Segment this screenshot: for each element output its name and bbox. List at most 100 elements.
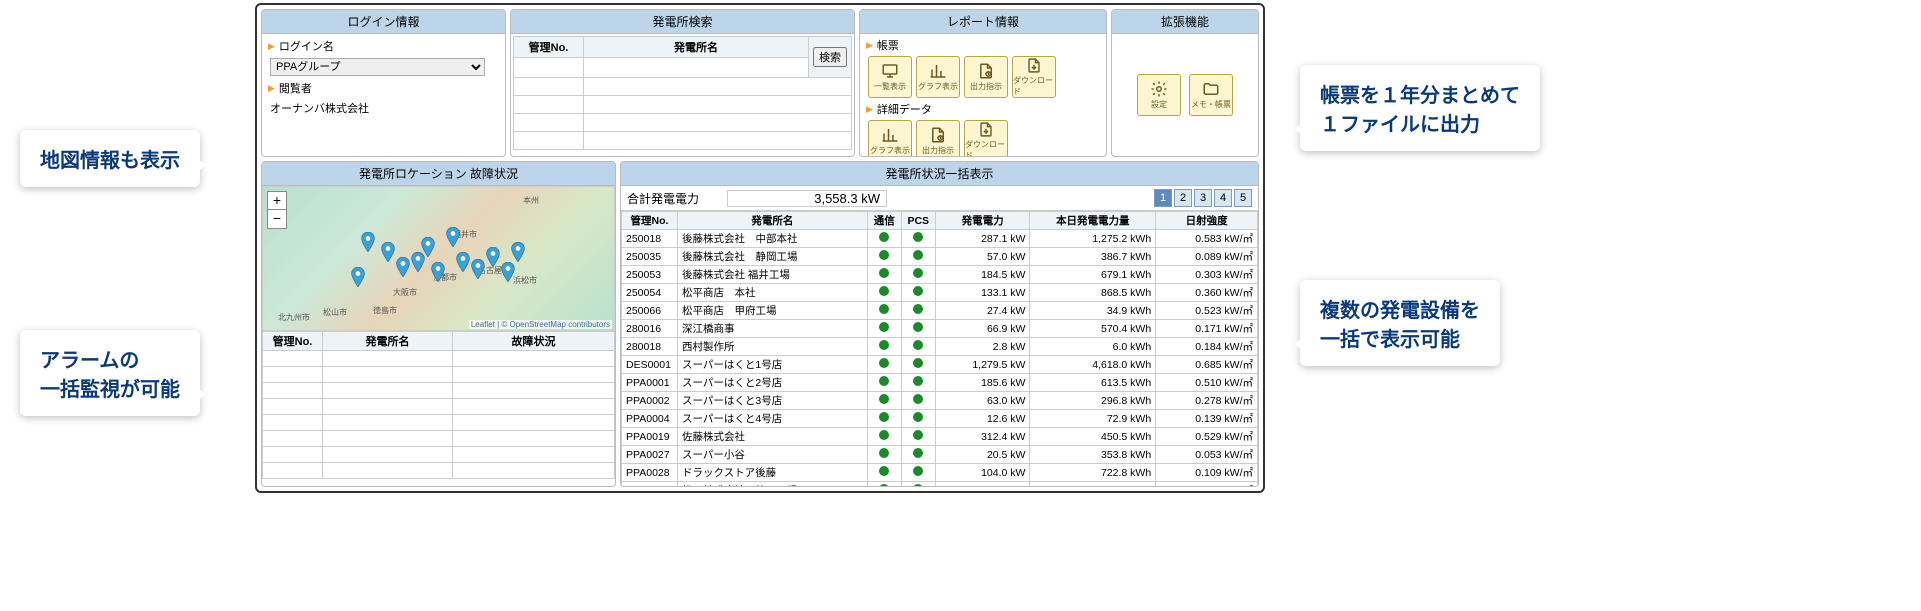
zoom-control: + − — [267, 191, 287, 229]
status-dot-icon — [913, 358, 923, 368]
table-row[interactable]: PPA0001スーパーはくと2号店185.6 kW613.5 kWh0.510 … — [622, 374, 1258, 392]
status-col: 通信 — [867, 212, 901, 230]
map-label: 北九州市 — [278, 312, 310, 323]
map-pin-icon[interactable] — [501, 262, 515, 282]
fault-table: 管理No.発電所名故障状況 — [262, 331, 615, 479]
viewer-label: 閲覧者 — [264, 78, 503, 98]
map-pin-icon[interactable] — [421, 237, 435, 257]
table-row[interactable] — [263, 367, 615, 383]
page-button[interactable]: 1 — [1154, 189, 1172, 207]
status-col: 発電所名 — [678, 212, 868, 230]
table-row[interactable] — [263, 447, 615, 463]
memo-button[interactable]: メモ・帳票 — [1189, 74, 1233, 116]
status-dot-icon — [913, 430, 923, 440]
map-pin-icon[interactable] — [396, 257, 410, 277]
map-pin-icon[interactable] — [486, 247, 500, 267]
table-row[interactable]: PPA0027スーパー小谷20.5 kW353.8 kWh0.053 kW/㎡ — [622, 446, 1258, 464]
table-row[interactable] — [263, 431, 615, 447]
table-row[interactable] — [263, 383, 615, 399]
map-pin-icon[interactable] — [351, 267, 365, 287]
table-row[interactable]: 280018西村製作所2.8 kW6.0 kWh0.184 kW/㎡ — [622, 338, 1258, 356]
settings-button[interactable]: 設定 — [1137, 74, 1181, 116]
zoom-in-button[interactable]: + — [268, 192, 286, 210]
table-row[interactable] — [263, 399, 615, 415]
table-row[interactable]: PPA0028ドラックストア後藤104.0 kW722.8 kWh0.109 k… — [622, 464, 1258, 482]
total-label: 合計発電電力 — [627, 190, 727, 207]
report-print-button[interactable]: 出力指示 — [964, 56, 1008, 98]
search-button[interactable]: 検索 — [813, 47, 847, 67]
status-dot-icon — [913, 250, 923, 260]
map-area[interactable]: + − 本州 福井市 京都市 浜松市 名古屋市 大阪市 徳島市 松山市 北九州市… — [262, 186, 615, 331]
map-pin-icon[interactable] — [361, 232, 375, 252]
status-title: 発電所状況一括表示 — [621, 162, 1258, 186]
login-group-select[interactable]: PPAグループ — [270, 58, 485, 76]
status-dot-icon — [913, 268, 923, 278]
status-dot-icon — [879, 484, 889, 486]
map-attribution: Leaflet | © OpenStreetMap contributors — [469, 320, 612, 329]
table-row[interactable] — [263, 415, 615, 431]
status-table: 管理No.発電所名通信PCS発電電力本日発電電力量日射強度 250018後藤株式… — [621, 211, 1258, 486]
status-dot-icon — [913, 484, 923, 486]
table-row[interactable]: 280016深江橋商事66.9 kW570.4 kWh0.171 kW/㎡ — [622, 320, 1258, 338]
table-row[interactable]: PPA0031松平株式会社 第一工場150.9 kW753.0 kWh0.526… — [622, 482, 1258, 487]
zoom-out-button[interactable]: − — [268, 210, 286, 228]
table-row[interactable]: 250066松平商店 甲府工場27.4 kW34.9 kWh0.523 kW/㎡ — [622, 302, 1258, 320]
status-dot-icon — [879, 376, 889, 386]
file-export-icon — [976, 62, 996, 80]
status-col: 日射強度 — [1156, 212, 1258, 230]
detail-download-button[interactable]: ダウンロード — [964, 120, 1008, 156]
page-button[interactable]: 4 — [1214, 189, 1232, 207]
table-row[interactable]: PPA0002スーパーはくと3号店63.0 kW296.8 kWh0.278 k… — [622, 392, 1258, 410]
map-pin-icon[interactable] — [381, 242, 395, 262]
report-graph-button[interactable]: グラフ表示 — [916, 56, 960, 98]
bar-chart-icon — [928, 62, 948, 80]
callout-report: 帳票を１年分まとめて１ファイルに出力 — [1300, 65, 1540, 151]
page-button[interactable]: 2 — [1174, 189, 1192, 207]
status-dot-icon — [879, 430, 889, 440]
login-title: ログイン情報 — [262, 10, 505, 34]
map-pin-icon[interactable] — [471, 259, 485, 279]
map-pin-icon[interactable] — [456, 252, 470, 272]
report-download-button[interactable]: ダウンロード — [1012, 56, 1056, 98]
report-list-button[interactable]: 一覧表示 — [868, 56, 912, 98]
status-dot-icon — [913, 340, 923, 350]
search-title: 発電所検索 — [511, 10, 854, 34]
status-dot-icon — [913, 448, 923, 458]
detail-graph-button[interactable]: グラフ表示 — [868, 120, 912, 156]
file-export-icon — [928, 126, 948, 144]
table-row[interactable]: PPA0004スーパーはくと4号店12.6 kW72.9 kWh0.139 kW… — [622, 410, 1258, 428]
table-row[interactable]: 250054松平商店 本社133.1 kW868.5 kWh0.360 kW/㎡ — [622, 284, 1258, 302]
status-col: 管理No. — [622, 212, 678, 230]
table-row[interactable]: 250053後藤株式会社 福井工場184.5 kW679.1 kWh0.303 … — [622, 266, 1258, 284]
table-row[interactable]: DES0001スーパーはくと1号店1,279.5 kW4,618.0 kWh0.… — [622, 356, 1258, 374]
monitor-icon — [880, 62, 900, 80]
table-row[interactable] — [263, 351, 615, 367]
extend-title: 拡張機能 — [1112, 10, 1258, 34]
status-col: PCS — [901, 212, 935, 230]
search-no-input[interactable] — [518, 60, 579, 75]
table-row[interactable]: 250018後藤株式会社 中部本社287.1 kW1,275.2 kWh0.58… — [622, 230, 1258, 248]
map-pin-icon[interactable] — [511, 242, 525, 262]
status-col: 本日発電電力量 — [1030, 212, 1156, 230]
app-window: ログイン情報 ログイン名 PPAグループ 閲覧者 オーナンバ株式会社 発電所検索… — [255, 3, 1265, 493]
login-name-label: ログイン名 — [264, 36, 503, 56]
table-row[interactable] — [263, 463, 615, 479]
status-dot-icon — [913, 376, 923, 386]
search-table: 管理No. 発電所名 検索 — [513, 36, 852, 150]
table-row[interactable]: 250035後藤株式会社 静岡工場57.0 kW386.7 kWh0.089 k… — [622, 248, 1258, 266]
extend-panel: 拡張機能 設定 メモ・帳票 — [1111, 9, 1259, 157]
callout-alarm: アラームの一括監視が可能 — [20, 330, 200, 416]
login-panel: ログイン情報 ログイン名 PPAグループ 閲覧者 オーナンバ株式会社 — [261, 9, 506, 157]
status-dot-icon — [879, 466, 889, 476]
page-button[interactable]: 3 — [1194, 189, 1212, 207]
report-panel: レポート情報 帳票 一覧表示 グラフ表示 出力指示 ダウンロード 詳細データ グ… — [859, 9, 1107, 157]
table-row[interactable]: PPA0019佐藤株式会社312.4 kW450.5 kWh0.529 kW/㎡ — [622, 428, 1258, 446]
search-name-input[interactable] — [588, 60, 804, 75]
map-label: 松山市 — [323, 307, 347, 318]
detail-print-button[interactable]: 出力指示 — [916, 120, 960, 156]
map-pin-icon[interactable] — [431, 262, 445, 282]
map-title: 発電所ロケーション 故障状況 — [262, 162, 615, 186]
total-value: 3,558.3 kW — [727, 190, 887, 207]
page-button[interactable]: 5 — [1234, 189, 1252, 207]
map-pin-icon[interactable] — [446, 227, 460, 247]
